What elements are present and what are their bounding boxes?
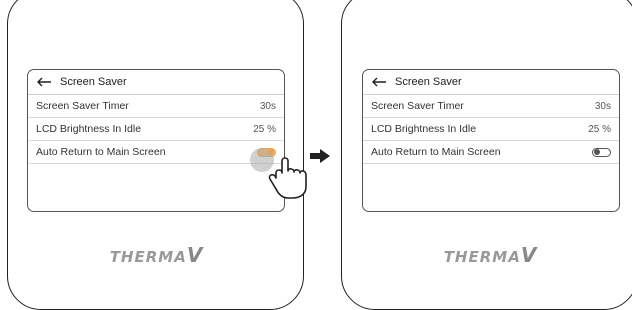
setting-row-lcd-brightness[interactable]: LCD Brightness In Idle 25 % (363, 118, 619, 141)
setting-row-screen-saver-timer[interactable]: Screen Saver Timer 30s (28, 95, 284, 118)
right-arrow-icon (310, 149, 330, 163)
panel-header: Screen Saver (28, 70, 284, 95)
setting-label: Auto Return to Main Screen (371, 146, 501, 158)
setting-row-lcd-brightness[interactable]: LCD Brightness In Idle 25 % (28, 118, 284, 141)
setting-value: 30s (259, 100, 276, 112)
setting-value: 30s (594, 100, 611, 112)
therma-v-logo: THERMAV (443, 243, 538, 267)
setting-row-screen-saver-timer[interactable]: Screen Saver Timer 30s (363, 95, 619, 118)
tap-hand-icon (268, 157, 307, 199)
setting-row-auto-return[interactable]: Auto Return to Main Screen (363, 141, 619, 164)
setting-label: Screen Saver Timer (36, 100, 129, 112)
screen-saver-panel: Screen Saver Screen Saver Timer 30s LCD … (27, 69, 285, 212)
auto-return-toggle[interactable] (592, 147, 611, 157)
setting-label: LCD Brightness In Idle (371, 123, 477, 135)
panel-title: Screen Saver (395, 76, 462, 88)
setting-label: LCD Brightness In Idle (36, 123, 142, 135)
setting-value: 25 % (253, 123, 276, 135)
setting-label: Screen Saver Timer (371, 100, 464, 112)
back-arrow-icon[interactable] (371, 77, 387, 87)
device-frame-after: Screen Saver Screen Saver Timer 30s LCD … (341, 0, 632, 310)
back-arrow-icon[interactable] (36, 77, 52, 87)
therma-v-logo: THERMAV (109, 243, 204, 267)
setting-row-auto-return[interactable]: Auto Return to Main Screen (28, 141, 284, 164)
setting-label: Auto Return to Main Screen (36, 146, 166, 158)
screen-saver-panel: Screen Saver Screen Saver Timer 30s LCD … (362, 69, 620, 212)
setting-value: 25 % (588, 123, 611, 135)
panel-title: Screen Saver (60, 76, 127, 88)
panel-header: Screen Saver (363, 70, 619, 95)
